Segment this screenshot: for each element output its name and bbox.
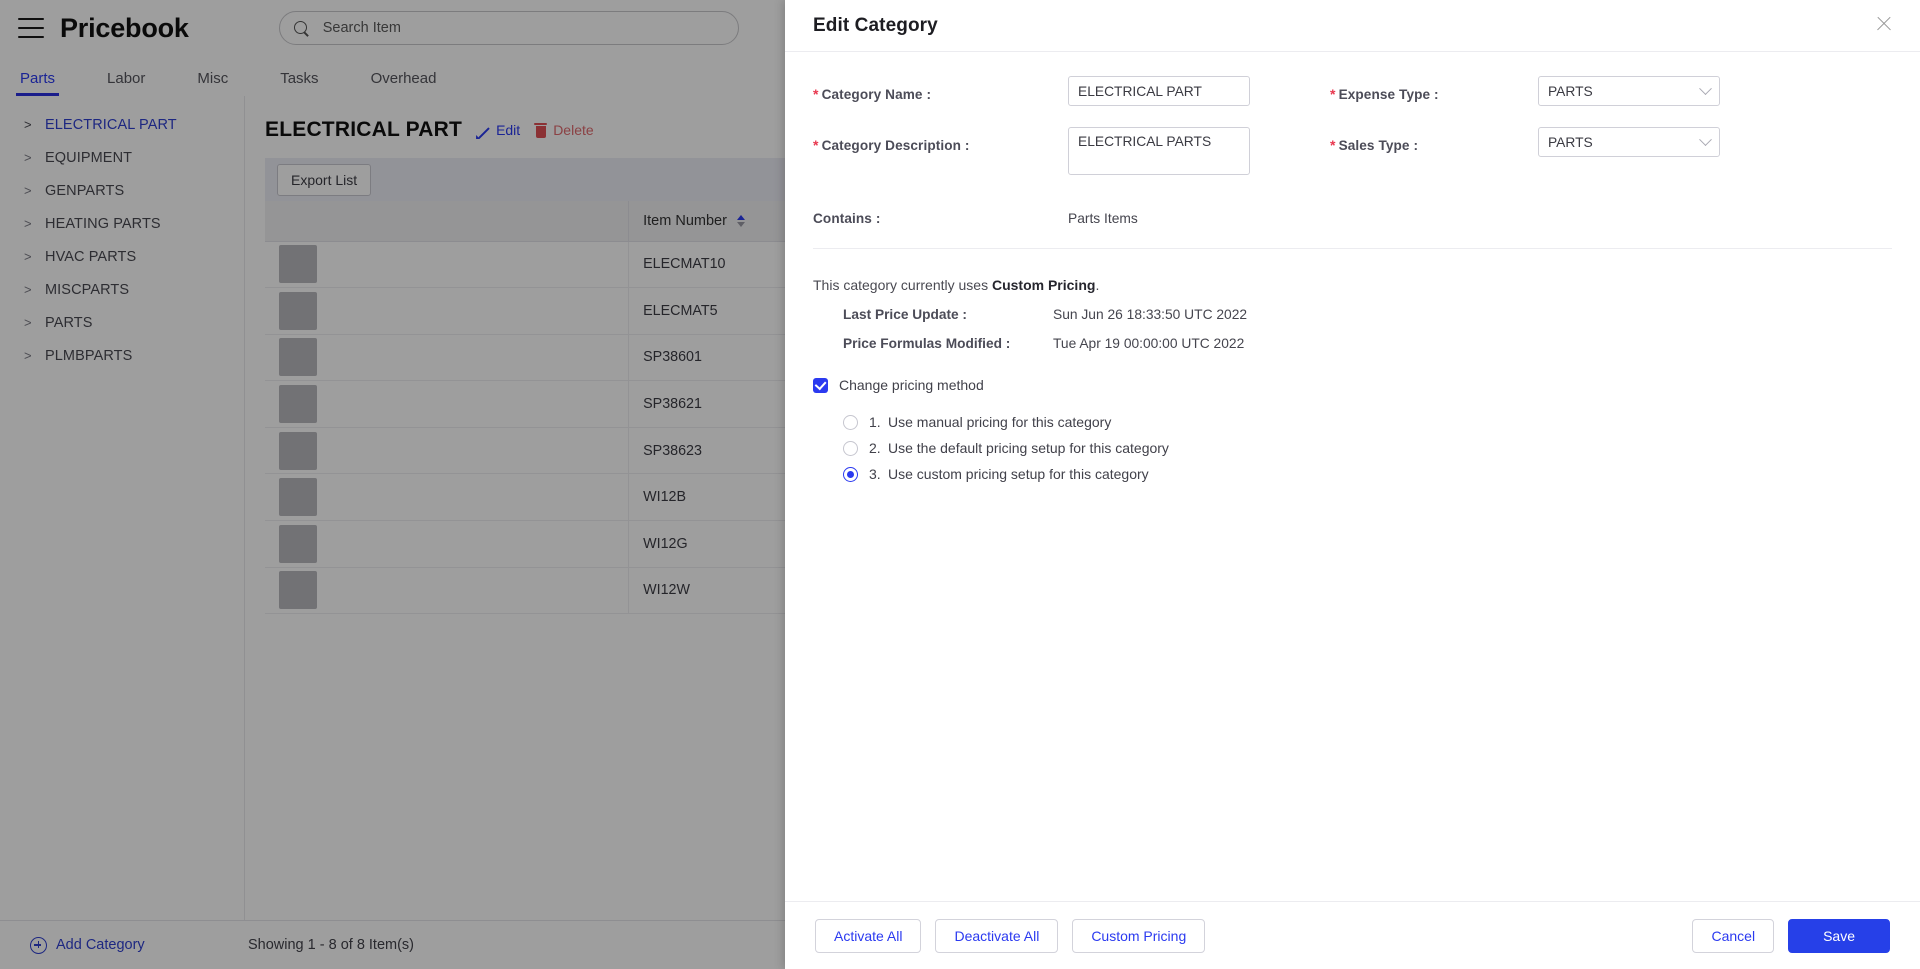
expense-type-field-wrap: PARTS: [1538, 76, 1778, 106]
price-formulas-row: Price Formulas Modified : Tue Apr 19 00:…: [813, 336, 1892, 351]
radio-button[interactable]: [843, 414, 858, 430]
price-formulas-label: Price Formulas Modified :: [843, 336, 1011, 351]
pricing-method-name: Custom Pricing: [991, 277, 1096, 293]
label-text: Expense Type :: [1338, 87, 1439, 102]
category-name-field-wrap: [1068, 76, 1308, 106]
chevron-down-icon: [1699, 132, 1712, 146]
category-form: *Category Name : *Expense Type : PARTS *…: [813, 76, 1892, 226]
change-pricing-method-label: Change pricing method: [839, 377, 984, 393]
category-name-input[interactable]: [1068, 76, 1250, 106]
option-text: Use manual pricing for this category: [888, 414, 1112, 430]
activate-all-button[interactable]: Activate All: [815, 918, 922, 953]
category-description-field-wrap: [1068, 127, 1308, 180]
label-text: Category Description :: [821, 138, 970, 153]
modal-title: Edit Category: [813, 14, 938, 36]
expense-type-label: * Expense Type :: [1308, 76, 1538, 106]
option-number: 1.: [869, 414, 881, 430]
radio-button-selected[interactable]: [843, 466, 858, 482]
sales-type-label: * Sales Type :: [1308, 127, 1538, 180]
pricing-option-custom[interactable]: 3. Use custom pricing setup for this cate…: [843, 461, 1892, 487]
category-description-label: * Category Description :: [813, 127, 1068, 180]
pricing-option-default[interactable]: 2. Use the default pricing setup for this…: [843, 435, 1892, 461]
close-icon[interactable]: [1874, 14, 1894, 34]
expense-type-select[interactable]: PARTS: [1538, 76, 1720, 106]
option-number: 3.: [869, 466, 881, 482]
contains-label: Contains :: [813, 211, 881, 226]
pricing-options-group: 1. Use manual pricing for this category 2…: [813, 409, 1892, 487]
contains-value: Parts Items: [1068, 211, 1138, 226]
modal-body: *Category Name : *Expense Type : PARTS *…: [785, 52, 1920, 901]
last-price-update-value: Sun Jun 26 18:33:50 UTC 2022: [1053, 307, 1248, 322]
required-asterisk: *: [1330, 137, 1336, 153]
option-text: Use custom pricing setup for this catego…: [888, 466, 1149, 482]
option-text: Use the default pricing setup for this c…: [888, 440, 1169, 456]
pricing-option-label: 3. Use custom pricing setup for this cate…: [869, 466, 1149, 482]
pricing-option-manual[interactable]: 1. Use manual pricing for this category: [843, 409, 1892, 435]
pricing-method-summary: This category currently uses Custom Pric…: [813, 277, 1892, 293]
sales-type-select[interactable]: PARTS: [1538, 127, 1720, 157]
change-pricing-method-checkbox-row[interactable]: Change pricing method: [813, 377, 1892, 393]
modal-footer: Activate All Deactivate All Custom Prici…: [785, 901, 1920, 969]
sales-type-value: PARTS: [1548, 134, 1593, 150]
price-formulas-value: Tue Apr 19 00:00:00 UTC 2022: [1053, 336, 1245, 351]
modal-header: Edit Category: [785, 0, 1920, 52]
label-text: Category Name :: [821, 87, 932, 102]
chevron-down-icon: [1699, 81, 1712, 95]
category-name-label: * Category Name :: [813, 76, 1068, 106]
pricing-suffix: .: [1095, 277, 1100, 293]
last-price-update-row: Last Price Update : Sun Jun 26 18:33:50 …: [813, 307, 1892, 322]
expense-type-value: PARTS: [1548, 83, 1593, 99]
last-price-update-label: Last Price Update :: [843, 307, 967, 322]
required-asterisk: *: [1330, 86, 1336, 102]
required-asterisk: *: [813, 137, 819, 153]
edit-category-modal: Edit Category *Category Name : *Expense …: [785, 0, 1920, 969]
section-divider: [813, 248, 1892, 249]
pricing-option-label: 2. Use the default pricing setup for this…: [869, 440, 1169, 456]
required-asterisk: *: [813, 86, 819, 102]
label-text: Sales Type :: [1338, 138, 1419, 153]
pricing-prefix: This category currently uses: [813, 277, 989, 293]
pricing-option-label: 1. Use manual pricing for this category: [869, 414, 1111, 430]
option-number: 2.: [869, 440, 881, 456]
radio-button[interactable]: [843, 440, 858, 456]
custom-pricing-button[interactable]: Custom Pricing: [1072, 918, 1206, 953]
deactivate-all-button[interactable]: Deactivate All: [935, 918, 1059, 953]
change-pricing-method-checkbox[interactable]: [813, 377, 828, 393]
save-button[interactable]: Save: [1788, 918, 1890, 953]
sales-type-field-wrap: PARTS: [1538, 127, 1778, 180]
cancel-button[interactable]: Cancel: [1692, 918, 1775, 953]
category-description-input[interactable]: [1068, 127, 1250, 175]
